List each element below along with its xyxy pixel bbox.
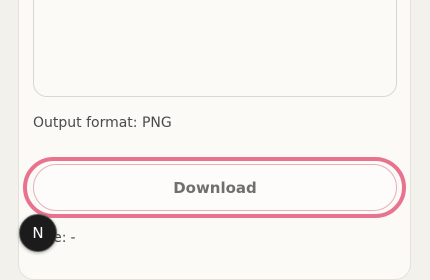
output-format-label: Output format: PNG <box>33 115 172 131</box>
image-preview-area <box>33 0 397 97</box>
nextjs-logo-icon[interactable]: N <box>19 214 57 252</box>
badge-letter: N <box>32 224 44 242</box>
size-value: - <box>70 230 76 246</box>
download-button[interactable]: Download <box>33 164 397 211</box>
